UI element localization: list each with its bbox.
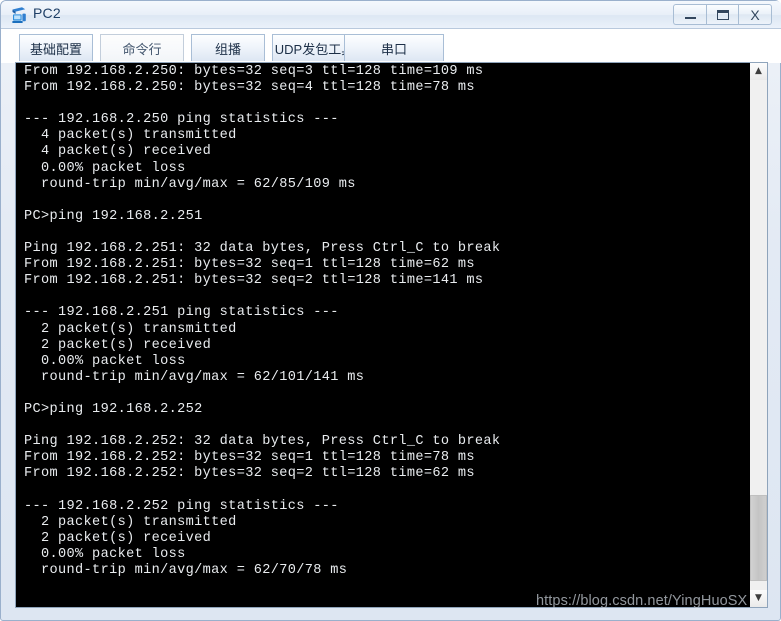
pc-computer-icon — [9, 5, 29, 25]
tab-label: 命令行 — [122, 41, 162, 57]
minimize-button[interactable] — [673, 4, 706, 25]
tab-label: 串口 — [380, 41, 407, 57]
tab-multicast[interactable]: 组播 — [191, 34, 265, 61]
tab-strip: 基础配置 命令行 组播 UDP发包工具 串口 — [1, 29, 781, 63]
maximize-icon — [716, 9, 729, 20]
maximize-button[interactable] — [706, 4, 739, 25]
window-title: PC2 — [33, 5, 61, 21]
console-panel: From 192.168.2.250: bytes=32 seq=3 ttl=1… — [15, 62, 768, 608]
scroll-down-button[interactable]: ▼ — [750, 590, 767, 607]
title-bar: PC2 X — [1, 1, 781, 29]
close-button[interactable]: X — [739, 4, 772, 25]
tab-label: 组播 — [214, 41, 241, 57]
console-output[interactable]: From 192.168.2.250: bytes=32 seq=3 ttl=1… — [16, 63, 738, 607]
tab-basic-config[interactable]: 基础配置 — [19, 34, 93, 61]
tab-label: 基础配置 — [29, 41, 82, 57]
chevron-up-icon: ▲ — [755, 66, 762, 76]
pc2-window: PC2 X 基础配置 命令行 组播 UDP发包工具 串口 From 192.16… — [0, 0, 781, 621]
minimize-icon — [684, 17, 696, 19]
scroll-up-button[interactable]: ▲ — [750, 63, 767, 80]
scrollbar-thumb[interactable] — [750, 495, 767, 581]
tab-command-line[interactable]: 命令行 — [100, 34, 184, 61]
chevron-down-icon: ▼ — [755, 593, 762, 603]
tab-label: UDP发包工具 — [274, 41, 355, 57]
tab-serial-port[interactable]: 串口 — [344, 34, 444, 61]
console-scrollbar[interactable]: ▲ ▼ — [749, 63, 767, 607]
close-icon: X — [750, 6, 760, 23]
